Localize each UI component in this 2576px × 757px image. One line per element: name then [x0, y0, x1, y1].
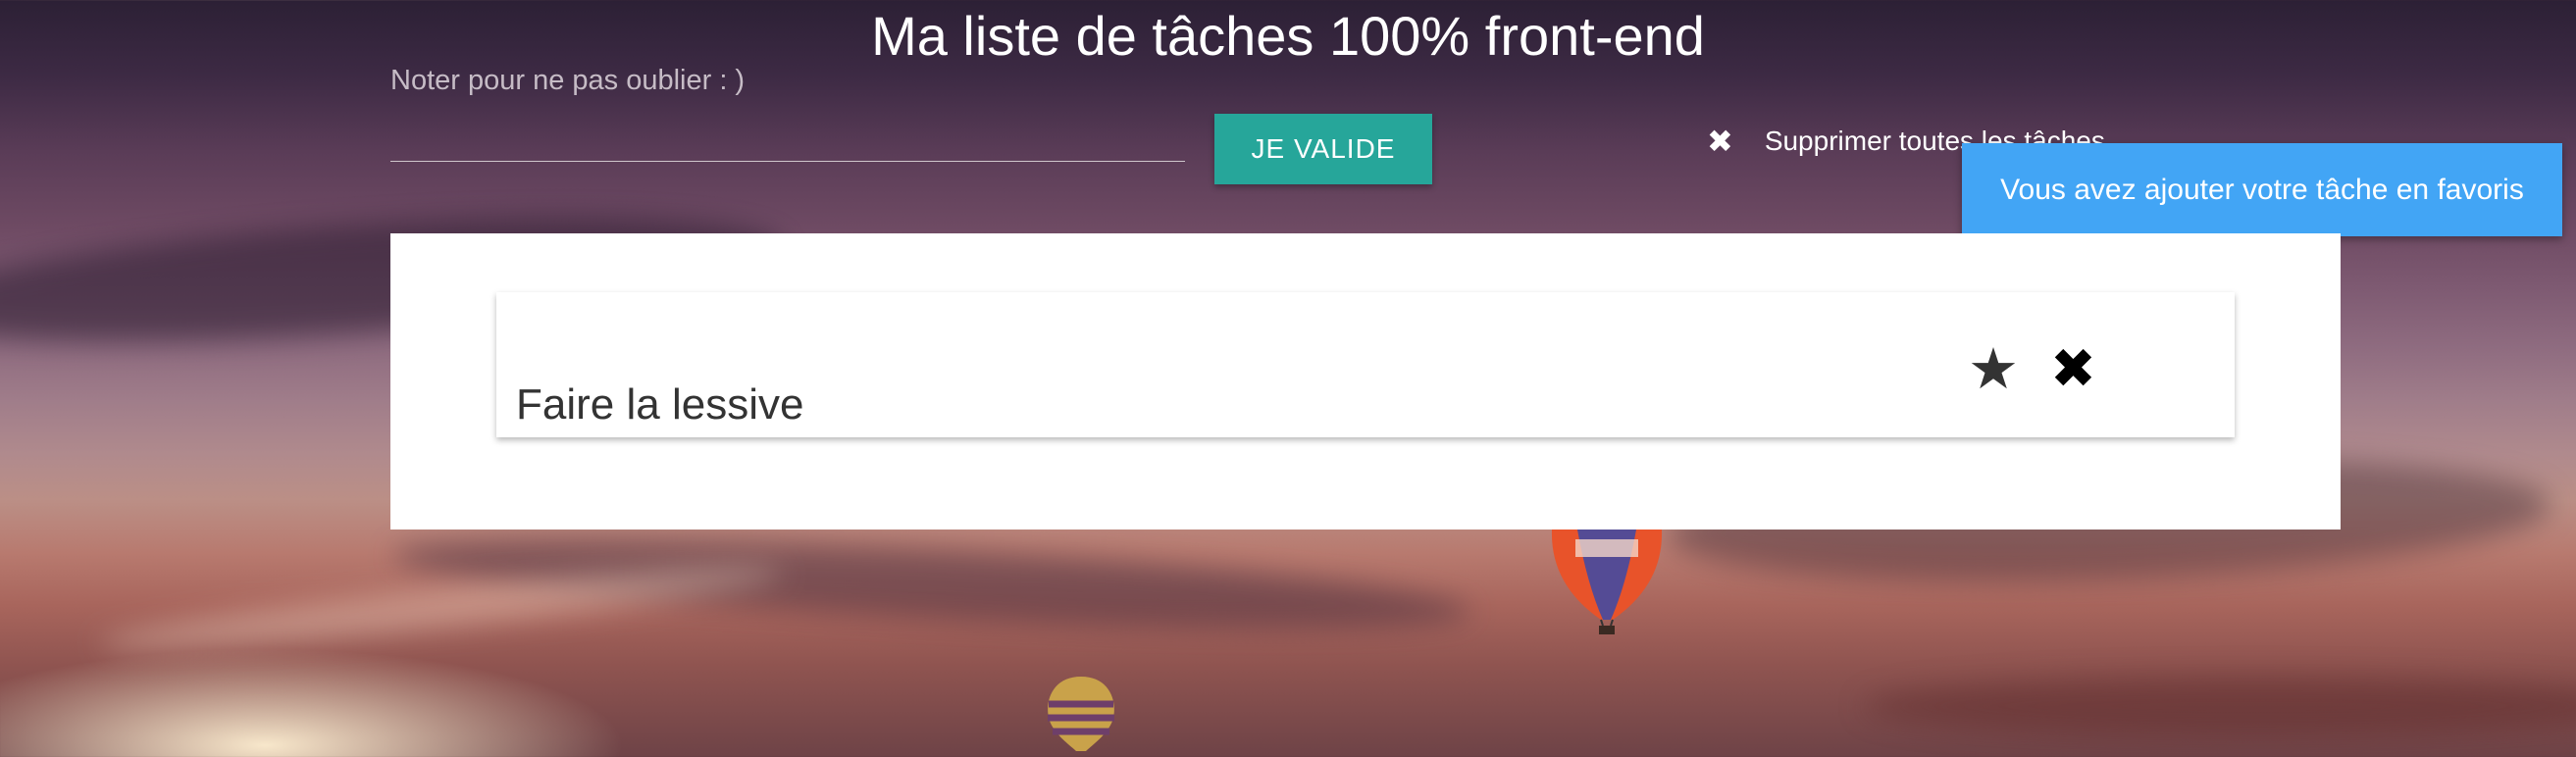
- task-item: Faire la lessive ★ ✖: [496, 292, 2235, 437]
- star-icon[interactable]: ★: [1968, 341, 2019, 398]
- hot-air-balloon-image: [1551, 526, 1663, 634]
- delete-icon[interactable]: ✖: [2050, 341, 2096, 396]
- close-icon: ✖: [1707, 124, 1733, 159]
- task-input-label: Noter pour ne pas oublier : ): [390, 65, 746, 96]
- hot-air-balloon-image: [1048, 677, 1114, 751]
- background-cloud: [1864, 677, 2576, 735]
- page-title: Ma liste de tâches 100% front-end: [871, 5, 1705, 67]
- task-list-panel: Faire la lessive ★ ✖: [390, 233, 2341, 530]
- task-input[interactable]: [390, 118, 1185, 162]
- validate-button[interactable]: JE VALIDE: [1214, 114, 1432, 184]
- task-text: Faire la lessive: [516, 380, 804, 429]
- favorite-toast-notification: Vous avez ajouter votre tâche en favoris: [1962, 143, 2562, 236]
- toast-message: Vous avez ajouter votre tâche en favoris: [2000, 173, 2524, 206]
